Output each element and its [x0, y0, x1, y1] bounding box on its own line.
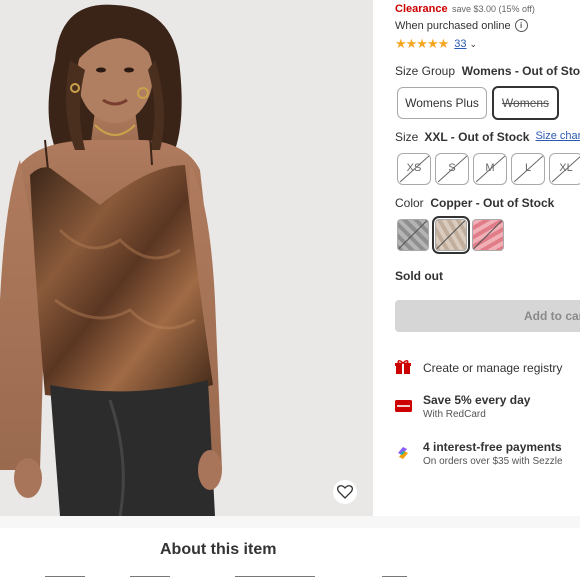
size-label: Size — [395, 130, 419, 144]
size-heading: Size XXL - Out of Stock Size chart — [395, 130, 580, 144]
chevron-down-icon[interactable]: ⌄ — [470, 39, 478, 50]
product-photo-illustration — [0, 0, 373, 516]
purchase-panel: Clearance save $3.00 (15% off) When purc… — [395, 0, 580, 516]
sezzle-icon — [395, 445, 411, 461]
color-swatch-pink[interactable] — [472, 219, 504, 251]
tab-details[interactable] — [45, 576, 85, 580]
size-group-value: Womens - Out of Stock — [461, 64, 580, 78]
redcard-icon — [395, 399, 412, 415]
sold-out-status: Sold out — [395, 269, 443, 283]
add-to-cart-label: Add to cart — [524, 309, 580, 323]
tab-specifications[interactable] — [130, 576, 170, 580]
color-swatch-silver[interactable] — [397, 219, 429, 251]
add-to-cart-button[interactable]: Add to cart — [395, 300, 580, 332]
color-label: Color — [395, 196, 424, 210]
size-option-xs[interactable]: XS — [397, 153, 431, 185]
sezzle-subtitle: On orders over $35 with Sezzle — [423, 456, 563, 467]
size-option-l[interactable]: L — [511, 153, 545, 185]
color-value: Copper - Out of Stock — [430, 196, 555, 210]
section-divider — [0, 516, 580, 528]
info-icon[interactable]: i — [514, 19, 528, 32]
sezzle-title: 4 interest-free payments — [423, 440, 562, 454]
size-group-option-womens[interactable]: Womens — [492, 86, 559, 120]
registry-link[interactable]: Create or manage registry — [423, 361, 562, 375]
size-option-label: S — [448, 162, 456, 174]
gift-icon — [395, 359, 411, 375]
rating-summary[interactable]: ★★★★★ 33 ⌄ — [395, 36, 477, 52]
redcard-title: Save 5% every day — [423, 393, 531, 407]
size-option-s[interactable]: S — [435, 153, 469, 185]
star-rating-icon: ★★★★★ — [395, 36, 449, 51]
heart-icon — [337, 485, 353, 499]
option-label: Womens — [501, 96, 550, 110]
size-chart-link[interactable]: Size chart — [535, 130, 580, 144]
clearance-label: Clearance — [395, 3, 448, 15]
favorite-button[interactable] — [333, 480, 357, 504]
review-count-link[interactable]: 33 — [454, 38, 466, 50]
savings-text: save $3.00 (15% off) — [452, 4, 535, 14]
size-value: XXL - Out of Stock — [424, 130, 530, 144]
color-heading: Color Copper - Out of Stock — [395, 196, 554, 210]
purchased-online-text: When purchased online — [395, 19, 511, 32]
size-group-option-womens-plus[interactable]: Womens Plus — [397, 87, 487, 119]
tab-shipping-returns[interactable] — [235, 576, 315, 580]
size-option-xl[interactable]: XL — [549, 153, 580, 185]
size-option-label: L — [524, 162, 532, 174]
option-label: Womens Plus — [405, 96, 479, 110]
about-heading: About this item — [160, 541, 277, 558]
size-option-label: XL — [559, 162, 573, 174]
size-group-heading: Size Group Womens - Out of Stock — [395, 64, 580, 78]
redcard-subtitle: With RedCard — [423, 409, 486, 420]
size-option-m[interactable]: M — [473, 153, 507, 185]
purchase-note: When purchased online i — [395, 19, 528, 32]
tab-qa[interactable] — [382, 576, 407, 580]
product-image — [0, 0, 373, 516]
size-group-label: Size Group — [395, 64, 456, 78]
color-swatch-copper[interactable] — [432, 216, 470, 254]
size-option-label: XS — [406, 162, 422, 174]
size-option-label: M — [485, 162, 495, 174]
